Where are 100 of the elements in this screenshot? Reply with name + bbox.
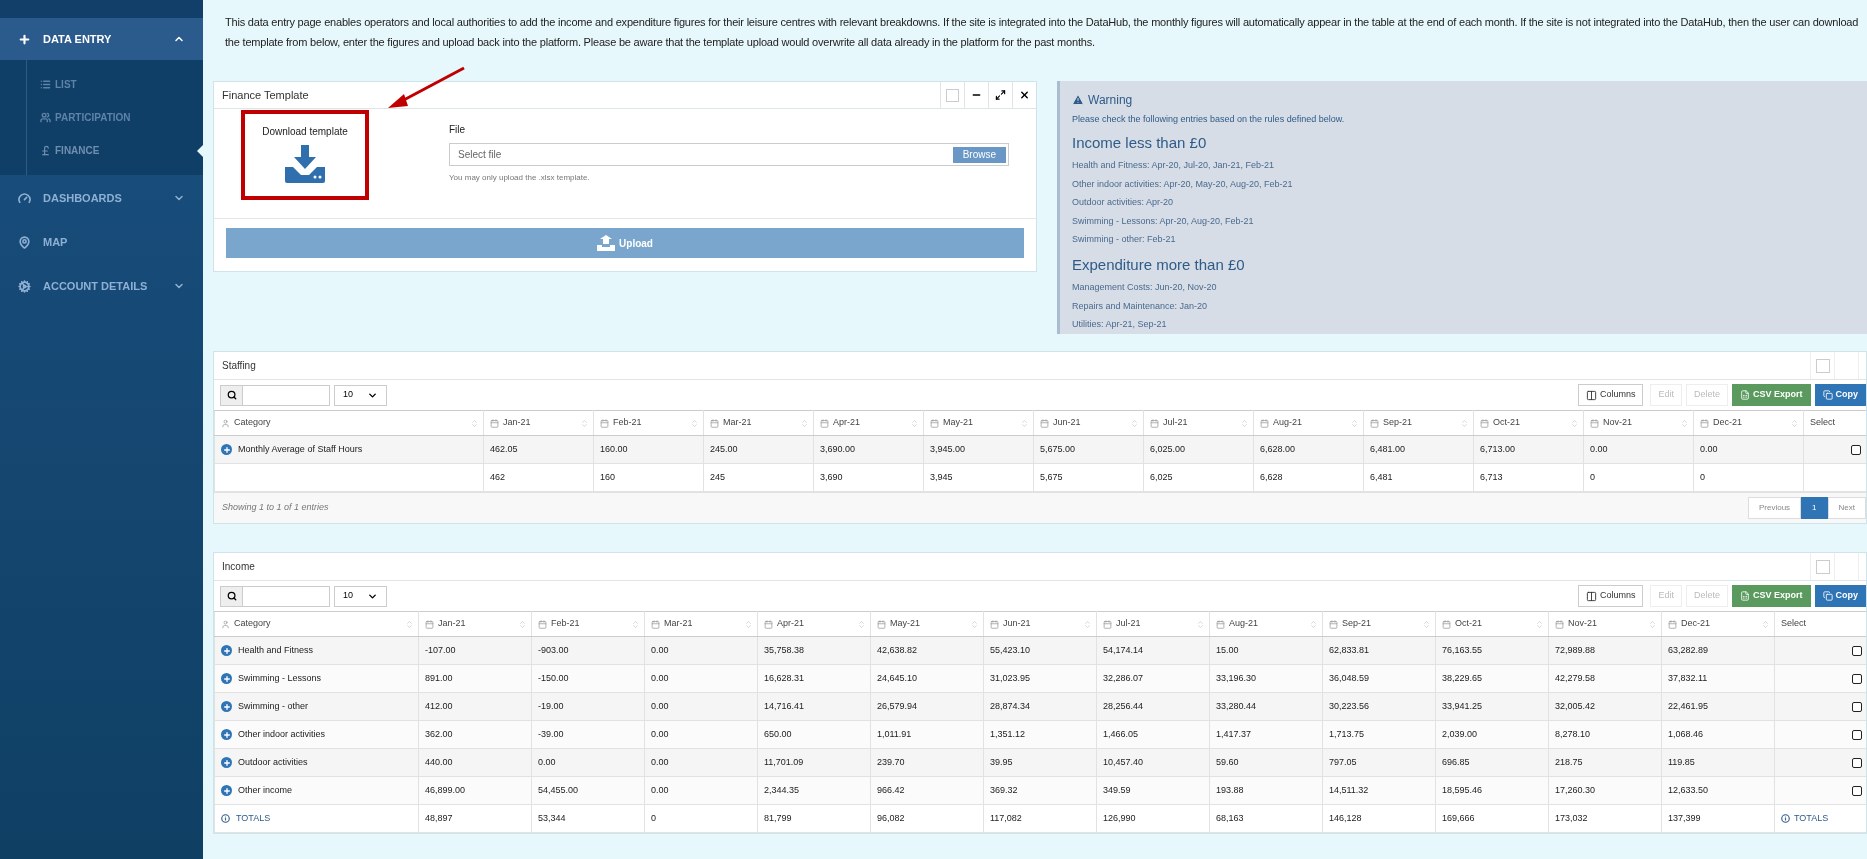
table-cell: 0.00 — [1693, 435, 1804, 464]
row-checkbox[interactable] — [1852, 729, 1862, 740]
table-cell: 0.00 — [644, 692, 758, 721]
column-header[interactable]: Dec-21 — [1661, 611, 1775, 637]
pagination-button[interactable]: Next — [1827, 497, 1866, 519]
sidebar-item[interactable]: MAP — [0, 221, 203, 263]
expand-row-icon[interactable] — [221, 645, 232, 656]
column-header[interactable]: Apr-21 — [757, 611, 871, 637]
table-cell: 68,163 — [1209, 804, 1323, 833]
calendar-icon — [1150, 418, 1159, 428]
column-header[interactable]: Aug-21 — [1253, 410, 1364, 436]
column-header[interactable]: Nov-21 — [1548, 611, 1662, 637]
table-cell: 245.00 — [703, 435, 814, 464]
table-cell: 169,666 — [1435, 804, 1549, 833]
table-cell: 6,025.00 — [1143, 435, 1254, 464]
column-header[interactable]: Nov-21 — [1583, 410, 1694, 436]
column-header[interactable]: Feb-21 — [531, 611, 645, 637]
panel-title: Staffing — [222, 359, 257, 373]
table-cell: 1,713.75 — [1322, 720, 1436, 749]
column-header[interactable]: Jun-21 — [983, 611, 1097, 637]
expand-row-icon[interactable] — [221, 757, 232, 768]
column-header[interactable]: Jan-21 — [418, 611, 532, 637]
calendar-icon — [1480, 418, 1489, 428]
table-cell: 32,286.07 — [1096, 664, 1210, 693]
column-header[interactable]: Oct-21 — [1435, 611, 1549, 637]
column-header[interactable]: Jun-21 — [1033, 410, 1144, 436]
row-checkbox[interactable] — [1852, 645, 1862, 656]
column-header[interactable]: Sep-21 — [1363, 410, 1474, 436]
column-header[interactable]: Mar-21 — [644, 611, 758, 637]
sort-icon — [800, 419, 809, 428]
row-checkbox[interactable] — [1852, 701, 1862, 712]
sort-icon — [1130, 419, 1139, 428]
table-cell: 146,128 — [1322, 804, 1436, 833]
column-header[interactable]: May-21 — [870, 611, 984, 637]
expand-row-icon[interactable] — [221, 729, 232, 740]
table-cell: Monthly Average of Staff Hours — [214, 435, 484, 464]
column-header[interactable]: Aug-21 — [1209, 611, 1323, 637]
table-cell: 76,163.55 — [1435, 636, 1549, 665]
table-cell: 33,280.44 — [1209, 692, 1323, 721]
row-checkbox[interactable] — [1851, 444, 1861, 455]
table-cell: 11,701.09 — [757, 748, 871, 777]
toolbar-button[interactable]: Columns — [1577, 585, 1644, 607]
table-cell: Swimming - other — [214, 692, 419, 721]
toolbar-button[interactable]: Copy — [1814, 384, 1866, 406]
column-header[interactable]: Jul-21 — [1143, 410, 1254, 436]
expand-row-icon[interactable] — [221, 444, 232, 455]
column-header[interactable]: Category — [214, 410, 484, 436]
warning-title: Warning — [1088, 92, 1133, 109]
pagination-button[interactable]: 1 — [1801, 497, 1828, 519]
pound-icon — [40, 145, 51, 156]
toolbar-button[interactable]: Columns — [1577, 384, 1644, 406]
sidebar-item[interactable]: DATA ENTRY — [0, 18, 203, 60]
table-cell: 1,417.37 — [1209, 720, 1323, 749]
expand-row-icon[interactable] — [221, 673, 232, 684]
column-header[interactable]: Dec-21 — [1693, 410, 1804, 436]
table-cell: 36,048.59 — [1322, 664, 1436, 693]
toolbar-button[interactable]: Copy — [1814, 585, 1866, 607]
page-size-select[interactable]: 10 — [334, 585, 387, 607]
column-header[interactable]: Jan-21 — [483, 410, 594, 436]
column-header[interactable]: Oct-21 — [1473, 410, 1584, 436]
sidebar-item[interactable]: ACCOUNT DETAILS — [0, 265, 203, 307]
column-header[interactable]: Mar-21 — [703, 410, 814, 436]
column-header[interactable]: Sep-21 — [1322, 611, 1436, 637]
person-icon — [221, 418, 230, 428]
table-cell: 137,399 — [1661, 804, 1775, 833]
table-cell: 42,279.58 — [1548, 664, 1662, 693]
row-checkbox[interactable] — [1852, 673, 1862, 684]
expand-row-icon[interactable] — [221, 785, 232, 796]
column-header[interactable]: Apr-21 — [813, 410, 924, 436]
table-cell: 349.59 — [1096, 776, 1210, 805]
column-header[interactable]: Select — [1803, 410, 1866, 436]
row-checkbox[interactable] — [1852, 757, 1862, 768]
search-field[interactable] — [220, 585, 330, 607]
person-icon — [221, 619, 230, 629]
warning-icon — [1072, 94, 1084, 106]
pagination-button[interactable]: Previous — [1747, 497, 1802, 519]
column-header[interactable]: Category — [214, 611, 419, 637]
calendar-icon — [651, 619, 660, 629]
table-cell: 3,690.00 — [813, 435, 924, 464]
sort-icon — [744, 620, 753, 629]
download-icon[interactable] — [285, 145, 325, 183]
column-header[interactable]: Select — [1774, 611, 1866, 637]
table-cell: 14,716.41 — [757, 692, 871, 721]
column-header[interactable]: May-21 — [923, 410, 1034, 436]
table-cell: 72,989.88 — [1548, 636, 1662, 665]
column-header[interactable]: Jul-21 — [1096, 611, 1210, 637]
search-field[interactable] — [220, 384, 330, 406]
table-cell: 35,758.38 — [757, 636, 871, 665]
table-cell: 160.00 — [593, 435, 704, 464]
sort-icon — [1422, 620, 1431, 629]
sort-icon — [1648, 620, 1657, 629]
table-cell: 26,579.94 — [870, 692, 984, 721]
page-size-select[interactable]: 10 — [334, 384, 387, 406]
row-checkbox[interactable] — [1852, 785, 1862, 796]
expand-row-icon[interactable] — [221, 701, 232, 712]
sidebar-item[interactable]: DASHBOARDS — [0, 177, 203, 219]
table-cell: 0.00 — [531, 748, 645, 777]
column-header[interactable]: Feb-21 — [593, 410, 704, 436]
table-cell: 28,256.44 — [1096, 692, 1210, 721]
calendar-icon — [877, 619, 886, 629]
